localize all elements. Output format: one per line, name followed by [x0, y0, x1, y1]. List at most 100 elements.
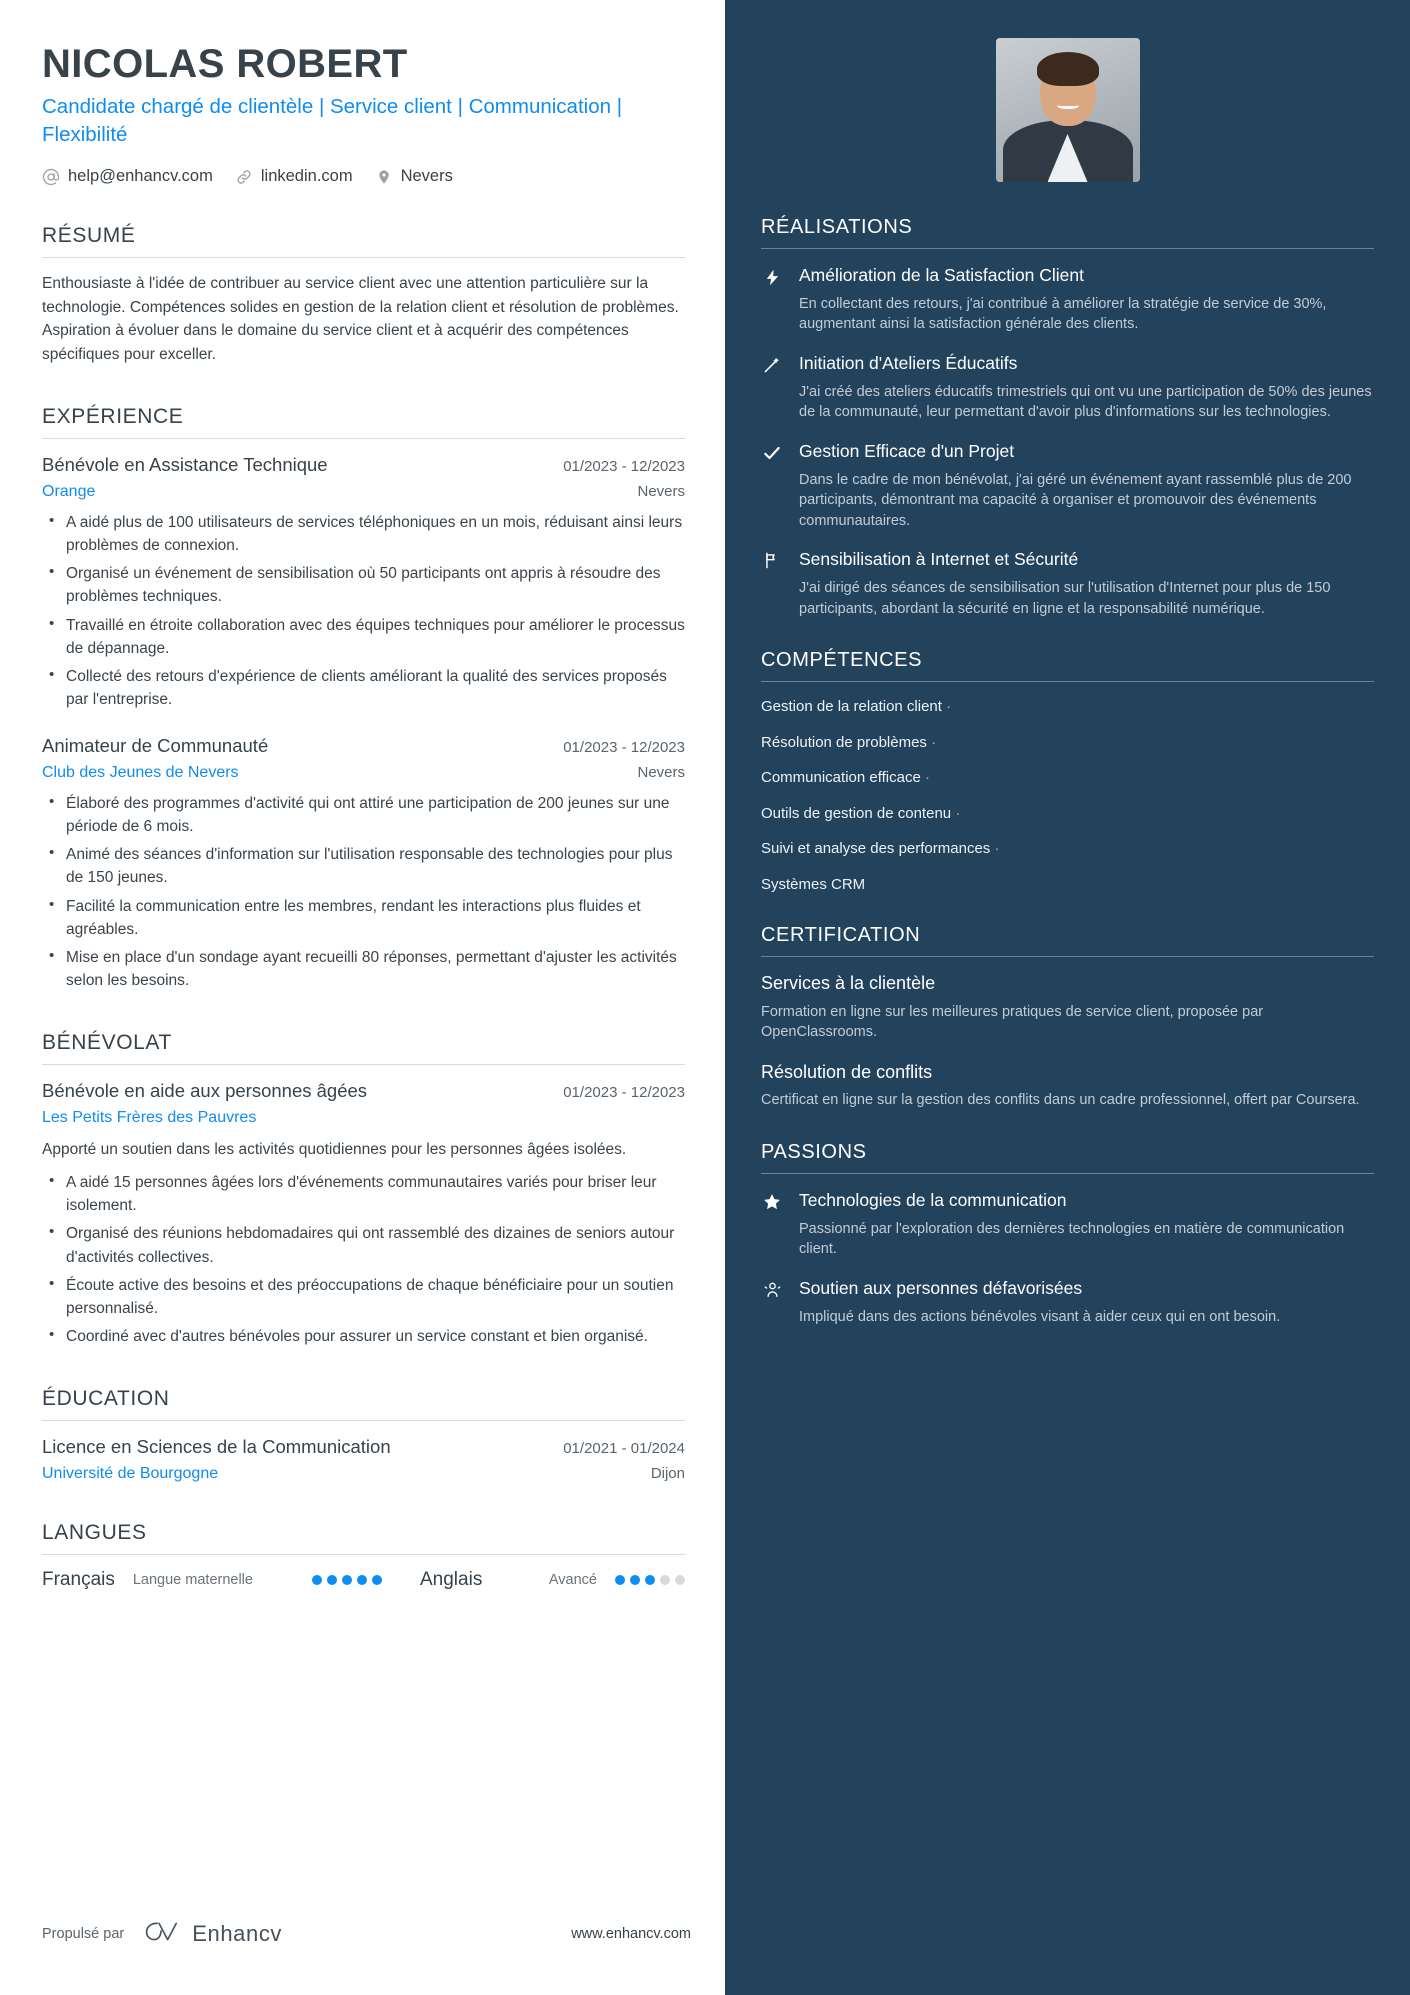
contact-email-label: help@enhancv.com — [68, 167, 213, 186]
list-item: Organisé des réunions hebdomadaires qui … — [49, 1221, 685, 1269]
entry-date: 01/2023 - 12/2023 — [563, 738, 685, 756]
avatar — [995, 38, 1140, 182]
entry-date: 01/2023 - 12/2023 — [563, 1083, 685, 1101]
passion-body: Technologies de la communication Passion… — [799, 1189, 1374, 1260]
headline: Candidate chargé de clientèle | Service … — [42, 94, 623, 147]
language-item: Anglais Avancé — [382, 1569, 685, 1591]
divider — [761, 681, 1374, 683]
education-degree: Licence en Sciences de la Communication — [42, 1435, 391, 1457]
skill-item: Suivi et analyse des performances · — [761, 839, 1374, 859]
rating-dot — [675, 1574, 685, 1585]
skill-separator: · — [931, 733, 937, 751]
language-rating-dots — [615, 1574, 685, 1585]
entry-date: 01/2023 - 12/2023 — [563, 457, 685, 475]
rating-dot — [645, 1574, 655, 1585]
achievement-title: Initiation d'Ateliers Éducatifs — [799, 352, 1018, 373]
avatar-hair — [1036, 52, 1099, 86]
entry-location: Nevers — [637, 482, 685, 500]
section-title-passions: PASSIONS — [761, 1140, 867, 1163]
passion-item: Technologies de la communication Passion… — [761, 1189, 1374, 1260]
list-item: Élaboré des programmes d'activité qui on… — [49, 791, 685, 839]
enhancv-logo-icon — [138, 1918, 182, 1949]
skill-item: Résolution de problèmes · — [761, 733, 1374, 753]
footer: Propulsé par Enhancv www.enhancv.com — [42, 1918, 691, 1949]
section-title-education: ÉDUCATION — [42, 1386, 170, 1410]
achievement-body: Gestion Efficace d'un Projet Dans le cad… — [799, 440, 1374, 531]
achievement-body: Sensibilisation à Internet et Sécurité J… — [799, 548, 1374, 619]
enhancv-brand[interactable]: Enhancv — [138, 1918, 282, 1949]
entry-bullets: A aidé plus de 100 utilisateurs de servi… — [42, 510, 685, 712]
entry-head: Licence en Sciences de la Communication … — [42, 1435, 685, 1459]
achievement-body: Initiation d'Ateliers Éducatifs J'ai cré… — [799, 352, 1374, 423]
contact-linkedin[interactable]: linkedin.com — [235, 167, 353, 186]
skill-item: Communication efficace · — [761, 768, 1374, 788]
education-entry: Licence en Sciences de la Communication … — [42, 1435, 685, 1483]
skill-label: Résolution de problèmes — [761, 733, 927, 751]
skill-item: Systèmes CRM — [761, 875, 1374, 895]
section-languages: LANGUES Français Langue maternelle Angla… — [42, 1521, 685, 1591]
people-support-icon — [761, 1277, 783, 1327]
entry-organization[interactable]: Les Petits Frères des Pauvres — [42, 1109, 256, 1127]
sidebar-section-passions: PASSIONS Technologies de la communicatio… — [761, 1141, 1374, 1327]
entry-bullets: Élaboré des programmes d'activité qui on… — [42, 791, 685, 993]
skill-label: Systèmes CRM — [761, 875, 866, 893]
education-school[interactable]: Université de Bourgogne — [42, 1465, 218, 1483]
star-icon — [761, 1189, 783, 1260]
skill-label: Communication efficace — [761, 769, 921, 787]
contact-location-label: Nevers — [400, 167, 453, 186]
rating-dot — [342, 1574, 352, 1585]
languages-row: Français Langue maternelle Anglais Avanc… — [42, 1569, 685, 1591]
skill-label: Gestion de la relation client — [761, 698, 942, 716]
section-title-summary: RÉSUMÉ — [42, 224, 136, 248]
achievement-item: Initiation d'Ateliers Éducatifs J'ai cré… — [761, 352, 1374, 423]
entry-location: Dijon — [650, 1464, 685, 1482]
footer-url[interactable]: www.enhancv.com — [571, 1926, 691, 1942]
achievement-description: En collectant des retours, j'ai contribu… — [799, 295, 1327, 333]
avatar-smile — [1056, 100, 1079, 109]
section-experience: EXPÉRIENCE Bénévole en Assistance Techni… — [42, 405, 685, 993]
certification-title: Résolution de conflits — [761, 1061, 933, 1082]
experience-entry: Bénévole en Assistance Technique 01/2023… — [42, 453, 685, 712]
list-item: Travaillé en étroite collaboration avec … — [49, 613, 685, 661]
location-pin-icon — [375, 168, 393, 186]
rating-dot — [630, 1574, 640, 1585]
skill-separator: · — [994, 840, 1000, 858]
powered-by-label: Propulsé par — [42, 1925, 125, 1942]
summary-text: Enthousiaste à l'idée de contribuer au s… — [42, 275, 679, 363]
rating-dot — [372, 1574, 382, 1585]
achievement-item: Sensibilisation à Internet et Sécurité J… — [761, 548, 1374, 619]
achievement-description: J'ai dirigé des séances de sensibilisati… — [799, 580, 1331, 617]
flag-icon — [761, 548, 783, 619]
list-item: Coordiné avec d'autres bénévoles pour as… — [49, 1324, 685, 1348]
entry-organization[interactable]: Club des Jeunes de Nevers — [42, 764, 239, 782]
section-title-experience: EXPÉRIENCE — [42, 404, 184, 428]
certification-title: Services à la clientèle — [761, 973, 936, 994]
page-title: NICOLAS ROBERT — [42, 42, 408, 86]
achievement-item: Gestion Efficace d'un Projet Dans le cad… — [761, 440, 1374, 531]
entry-description: Apporté un soutien dans les activités qu… — [42, 1140, 627, 1158]
rating-dot — [327, 1574, 337, 1585]
section-title-volunteering: BÉNÉVOLAT — [42, 1030, 172, 1054]
avatar-wrap — [761, 38, 1374, 182]
entry-bullets: A aidé 15 personnes âgées lors d'événeme… — [42, 1170, 685, 1349]
contact-row: help@enhancv.com linkedin.com Nevers — [42, 167, 685, 186]
experience-entry: Animateur de Communauté 01/2023 - 12/202… — [42, 734, 685, 993]
certification-description: Formation en ligne sur les meilleures pr… — [761, 1003, 1264, 1041]
list-item: Animé des séances d'information sur l'ut… — [49, 842, 685, 890]
at-icon — [42, 168, 60, 186]
contact-linkedin-label: linkedin.com — [260, 167, 353, 186]
entry-role: Bénévole en aide aux personnes âgées — [42, 1079, 368, 1101]
main-column: NICOLAS ROBERT Candidate chargé de clien… — [0, 0, 725, 1995]
sidebar-section-skills: COMPÉTENCES Gestion de la relation clien… — [761, 649, 1374, 894]
certification-item: Services à la clientèle Formation en lig… — [761, 972, 1374, 1043]
sidebar-section-achievements: RÉALISATIONS Amélioration de la Satisfac… — [761, 216, 1374, 619]
list-item: Organisé un événement de sensibilisation… — [49, 561, 685, 609]
entry-organization[interactable]: Orange — [42, 483, 95, 501]
rating-dot — [357, 1574, 367, 1585]
entry-sub: Orange Nevers — [42, 483, 685, 501]
sidebar: RÉALISATIONS Amélioration de la Satisfac… — [725, 0, 1410, 1995]
skill-item: Outils de gestion de contenu · — [761, 804, 1374, 824]
contact-email[interactable]: help@enhancv.com — [42, 167, 213, 186]
enhancv-brand-name: Enhancv — [192, 1920, 283, 1946]
list-item: Mise en place d'un sondage ayant recueil… — [49, 945, 685, 993]
